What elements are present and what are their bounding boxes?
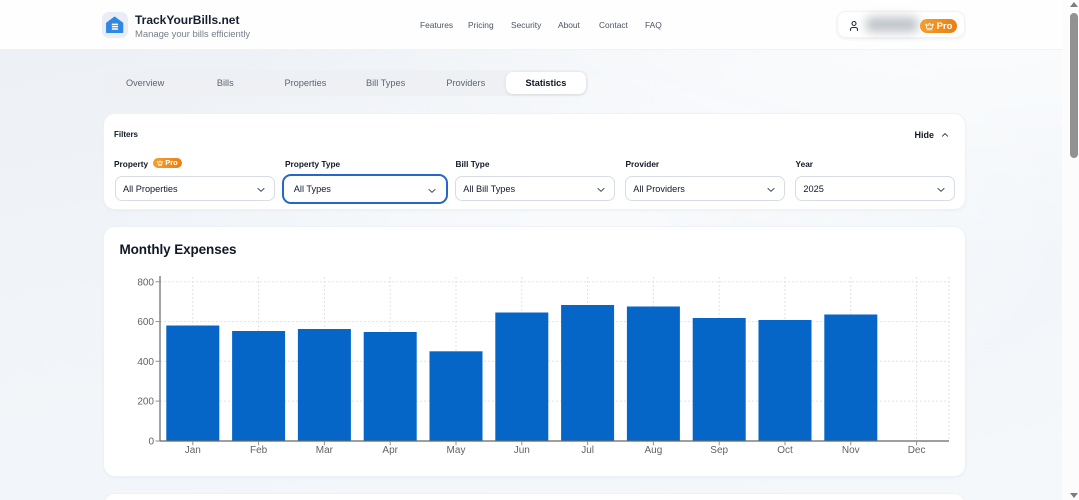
svg-text:Oct: Oct <box>777 445 793 456</box>
svg-text:200: 200 <box>137 397 154 408</box>
svg-text:Jan: Jan <box>185 445 201 456</box>
svg-text:Nov: Nov <box>842 445 860 456</box>
svg-text:Aug: Aug <box>645 445 663 456</box>
svg-text:Sep: Sep <box>710 445 728 456</box>
svg-text:400: 400 <box>137 357 154 368</box>
svg-text:0: 0 <box>148 437 154 448</box>
svg-text:Mar: Mar <box>316 445 334 456</box>
svg-text:Apr: Apr <box>382 445 398 456</box>
svg-text:Dec: Dec <box>908 445 926 456</box>
svg-text:800: 800 <box>137 277 154 288</box>
svg-text:Jun: Jun <box>514 445 530 456</box>
svg-text:May: May <box>447 445 466 456</box>
svg-text:Jul: Jul <box>581 445 594 456</box>
svg-text:600: 600 <box>137 317 154 328</box>
svg-text:Feb: Feb <box>250 445 268 456</box>
